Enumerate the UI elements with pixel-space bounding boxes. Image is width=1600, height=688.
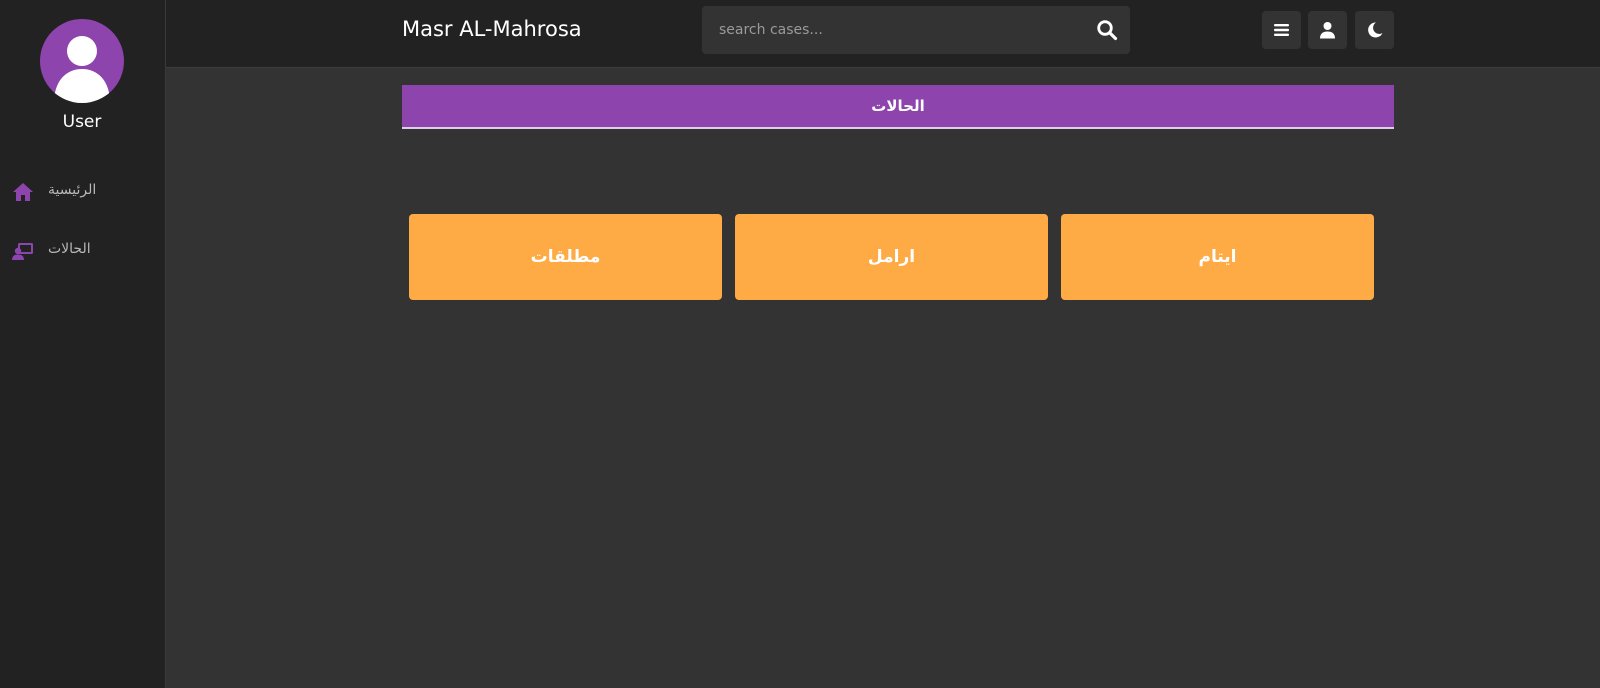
sidebar-item-label: الحالات	[48, 241, 91, 257]
sidebar: User الرئيسية الحالات	[0, 0, 166, 688]
user-icon	[1320, 22, 1335, 39]
section-title: الحالات	[402, 85, 1394, 129]
home-icon	[12, 182, 34, 202]
search-input[interactable]	[702, 6, 1072, 54]
theme-toggle-button[interactable]	[1355, 11, 1394, 49]
search-box	[702, 6, 1130, 54]
menu-button[interactable]	[1262, 11, 1301, 49]
menu-icon	[1274, 24, 1289, 36]
avatar[interactable]	[40, 19, 124, 103]
card-widows[interactable]: ارامل	[735, 214, 1048, 300]
sidebar-item-cases[interactable]: الحالات	[0, 231, 164, 271]
sidebar-item-label: الرئيسية	[48, 182, 97, 198]
card-orphans[interactable]: ايتام	[1061, 214, 1374, 300]
app-title: Masr AL-Mahrosa	[402, 17, 582, 41]
moon-icon	[1368, 22, 1383, 38]
top-navbar: Masr AL-Mahrosa	[166, 0, 1600, 68]
cases-icon	[12, 241, 34, 261]
username: User	[62, 112, 102, 132]
search-icon[interactable]	[1096, 19, 1118, 41]
user-avatar-icon	[54, 36, 110, 103]
profile-button[interactable]	[1308, 11, 1347, 49]
card-divorced[interactable]: مطلقات	[409, 214, 722, 300]
sidebar-item-home[interactable]: الرئيسية	[0, 172, 164, 212]
